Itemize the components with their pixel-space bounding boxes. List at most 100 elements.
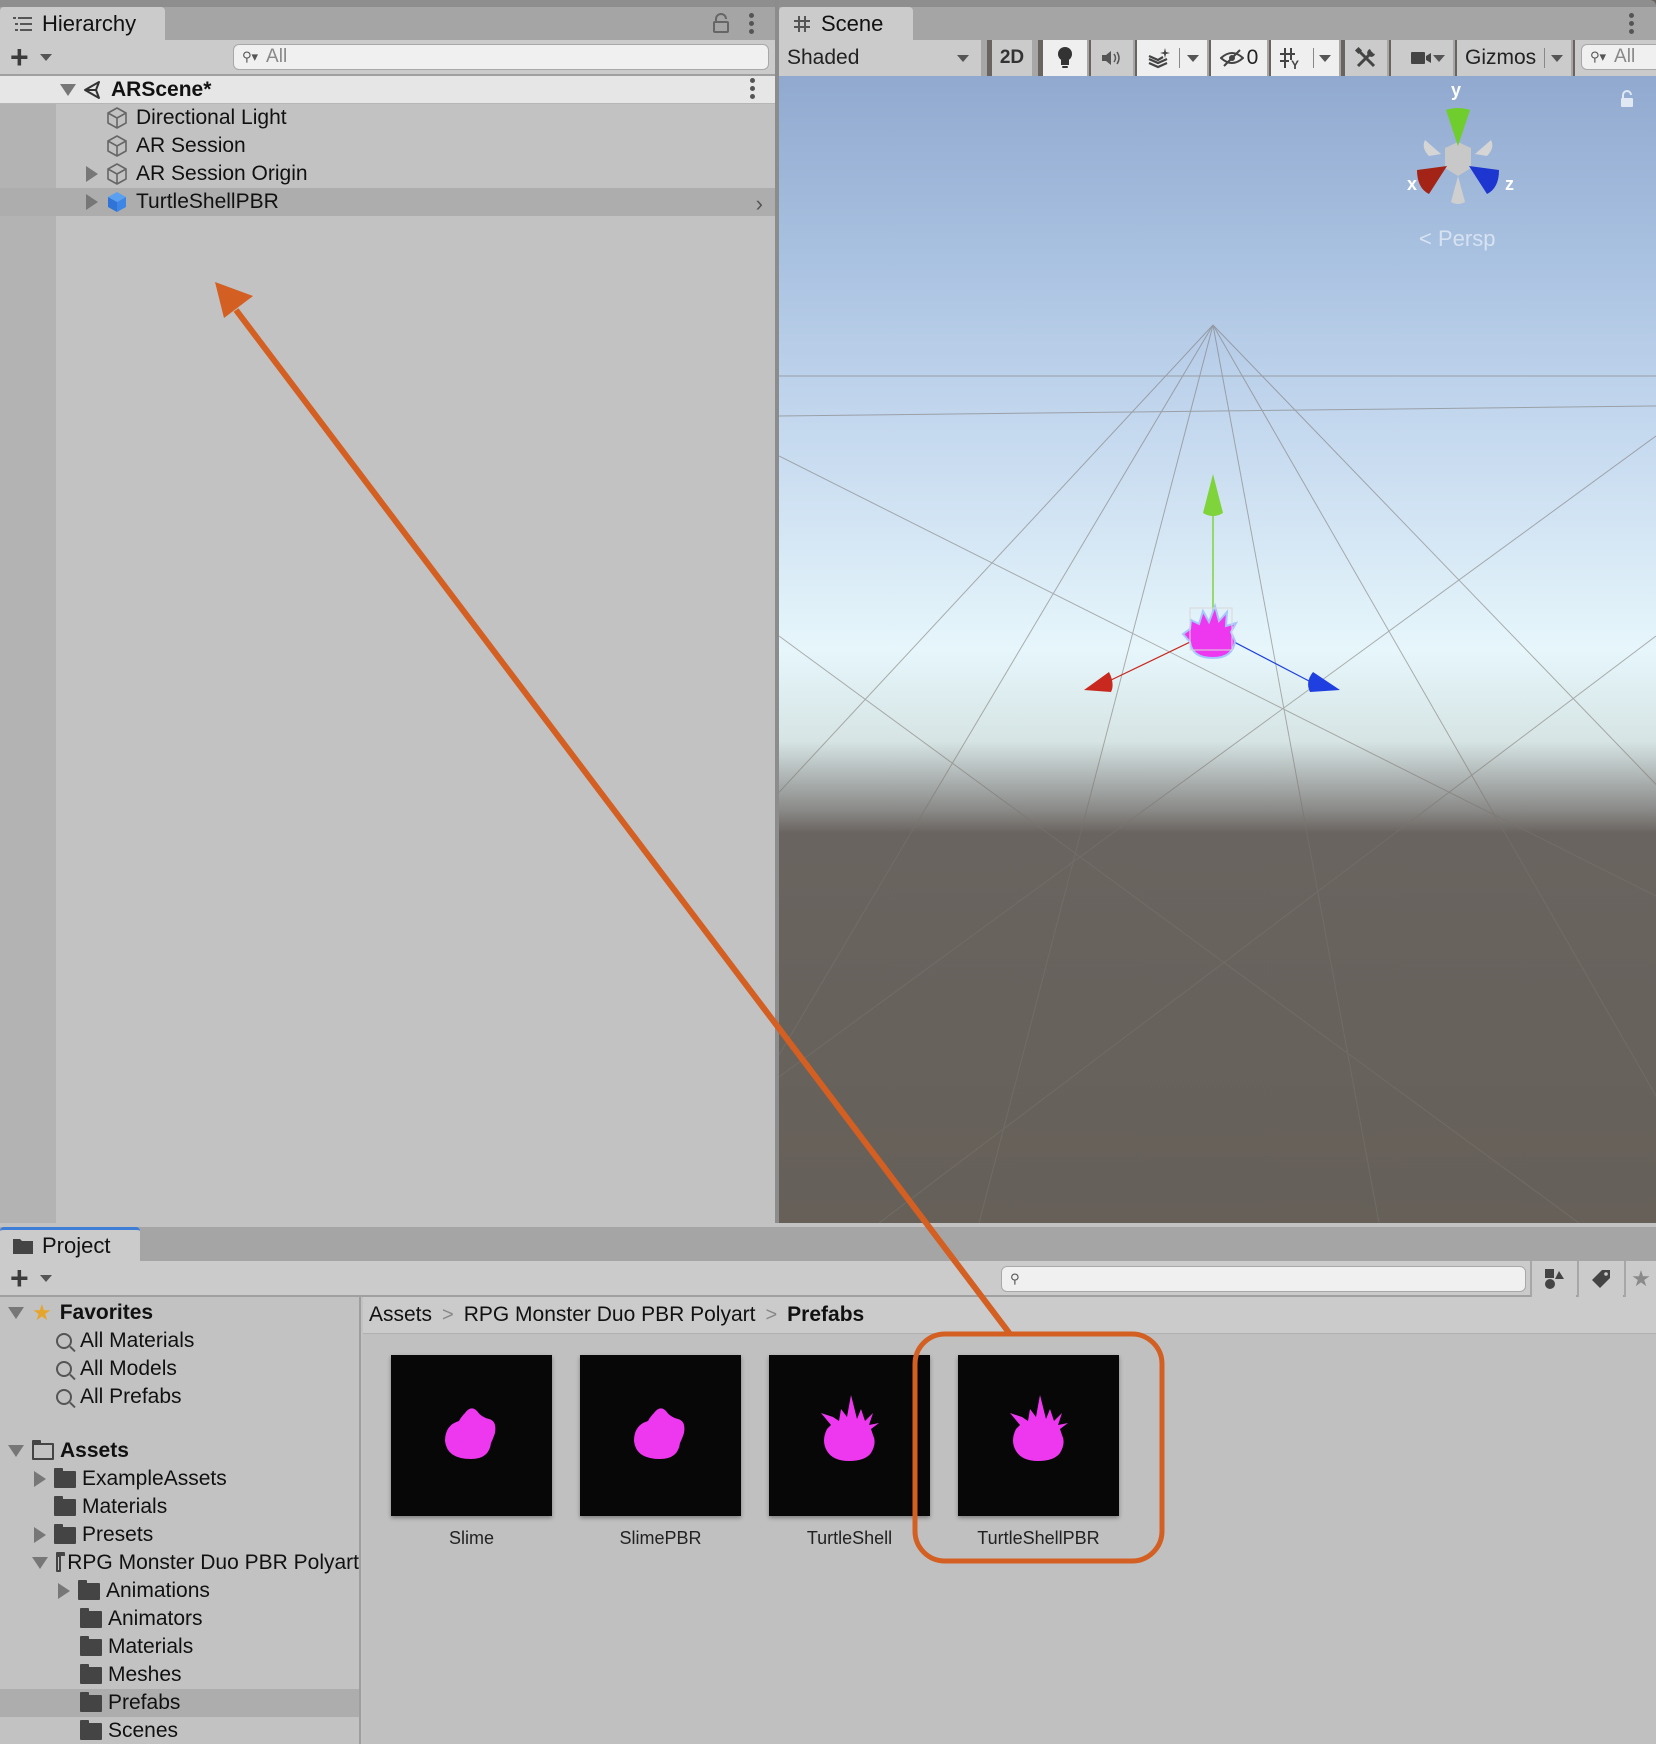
expand-arrow-icon[interactable] [60, 83, 76, 96]
asset-thumbnail [958, 1355, 1119, 1516]
tag-icon [1592, 1270, 1610, 1288]
tab-project[interactable]: Project [0, 1227, 140, 1261]
expand-arrow-icon[interactable] [34, 1471, 46, 1487]
camera-settings-dropdown[interactable] [1391, 40, 1455, 76]
grid-snap-toggle[interactable]: Y [1271, 40, 1341, 76]
x-axis-handle[interactable] [1084, 672, 1113, 692]
expand-arrow-icon[interactable] [8, 1445, 24, 1457]
breadcrumb-current[interactable]: Prefabs [787, 1303, 864, 1327]
selected-object-turtleshell[interactable] [1181, 602, 1239, 660]
tab-label: Scene [821, 10, 884, 36]
create-dropdown-icon[interactable] [40, 1275, 52, 1282]
expand-arrow-icon[interactable] [32, 1557, 48, 1569]
camera-icon [1411, 52, 1431, 64]
effects-toggle[interactable] [1137, 40, 1209, 76]
tab-scene[interactable]: Scene [779, 7, 913, 40]
audio-toggle[interactable] [1091, 40, 1135, 76]
projection-label: Persp [1437, 226, 1496, 251]
tab-label: Hierarchy [42, 10, 137, 36]
gizmos-dropdown[interactable]: Gizmos [1457, 40, 1573, 76]
folder-row-selected[interactable]: Prefabs [0, 1689, 359, 1717]
favorite-item[interactable]: All Materials [0, 1327, 359, 1355]
hierarchy-item-selected[interactable]: TurtleShellPBR › [0, 188, 775, 216]
chevron-down-icon[interactable] [1319, 55, 1331, 62]
asset-tile[interactable]: SlimePBR [580, 1355, 741, 1549]
chevron-right-icon: > [765, 1303, 778, 1326]
hierarchy-item-label: AR Session [136, 134, 246, 157]
expand-arrow-icon[interactable] [8, 1307, 24, 1319]
tools-toggle[interactable] [1345, 40, 1389, 76]
scene-root-row[interactable]: ARScene* [0, 76, 775, 104]
projection-toggle[interactable]: < Persp [1419, 226, 1495, 252]
toggle-2d-label: 2D [999, 47, 1025, 68]
hidden-objects-toggle[interactable]: 0 [1211, 40, 1269, 76]
folder-row[interactable]: Materials [0, 1493, 359, 1521]
scene-search-input[interactable]: ⚲▾ All [1581, 44, 1656, 70]
x-axis-cone[interactable] [1417, 166, 1447, 194]
expand-arrow-icon[interactable] [34, 1527, 46, 1543]
hierarchy-search-input[interactable]: ⚲▾ All [233, 44, 769, 70]
grid-icon [791, 13, 813, 35]
hierarchy-item[interactable]: Directional Light [0, 104, 775, 132]
folder-row[interactable]: RPG Monster Duo PBR Polyart [0, 1549, 359, 1577]
gameobject-icon [107, 163, 127, 185]
scene-viewport[interactable]: y x z < Persp [779, 76, 1656, 1223]
folder-open-icon [56, 1551, 66, 1572]
folder-row[interactable]: Animators [0, 1605, 359, 1633]
folder-row[interactable]: Scenes [0, 1717, 359, 1744]
folder-row[interactable]: Meshes [0, 1661, 359, 1689]
prefab-icon [108, 192, 126, 212]
project-search-input[interactable]: ⚲ [1001, 1266, 1526, 1292]
lock-icon[interactable] [1619, 90, 1635, 113]
folder-row[interactable]: Presets [0, 1521, 359, 1549]
assets-root-row[interactable]: Assets [0, 1437, 359, 1465]
toggle-2d-button[interactable]: 2D [992, 40, 1038, 76]
folder-label: Materials [82, 1495, 168, 1518]
shapes-icon [1545, 1269, 1564, 1289]
folder-row[interactable]: Animations [0, 1577, 359, 1605]
z-axis-cone[interactable] [1469, 166, 1499, 194]
list-icon [12, 13, 34, 35]
panel-menu-icon[interactable] [1628, 13, 1634, 34]
asset-tile[interactable]: Slime [391, 1355, 552, 1549]
lock-icon[interactable] [712, 13, 730, 38]
z-axis-handle[interactable] [1308, 672, 1340, 692]
asset-tile[interactable]: TurtleShell [769, 1355, 930, 1549]
lighting-toggle[interactable] [1043, 40, 1089, 76]
add-icon[interactable]: + [10, 41, 29, 73]
orientation-gizmo[interactable]: y x z < Persp [1389, 76, 1529, 256]
favorite-item[interactable]: All Prefabs [0, 1383, 359, 1411]
breadcrumb-item[interactable]: Assets [369, 1303, 432, 1327]
panel-menu-icon[interactable] [748, 13, 754, 34]
folder-row[interactable]: ExampleAssets [0, 1465, 359, 1493]
chevron-down-icon[interactable] [1187, 55, 1199, 62]
asset-tile-highlighted[interactable]: TurtleShellPBR [958, 1355, 1119, 1549]
add-dropdown-icon[interactable] [40, 54, 52, 61]
y-axis-label: y [1451, 80, 1461, 100]
filter-by-type-button[interactable] [1530, 1261, 1576, 1297]
favorites-row[interactable]: ★ Favorites [0, 1299, 359, 1327]
slime-preview-icon [445, 1408, 496, 1459]
expand-arrow-icon[interactable] [86, 194, 98, 210]
folder-row[interactable]: Materials [0, 1633, 359, 1661]
open-prefab-chevron-icon[interactable]: › [756, 191, 763, 217]
save-search-button[interactable]: ★ [1624, 1261, 1656, 1297]
shading-mode-dropdown[interactable]: Shaded [779, 40, 987, 76]
y-axis-handle[interactable] [1203, 474, 1223, 516]
hierarchy-item[interactable]: AR Session [0, 132, 775, 160]
y-axis-cone[interactable] [1446, 108, 1470, 146]
expand-arrow-icon[interactable] [86, 166, 98, 182]
favorite-item[interactable]: All Models [0, 1355, 359, 1383]
hierarchy-item[interactable]: AR Session Origin [0, 160, 775, 188]
folder-icon [54, 1467, 76, 1488]
scene-menu-icon[interactable] [749, 78, 755, 99]
effects-layers-icon [1148, 48, 1170, 69]
folder-label: ExampleAssets [82, 1467, 227, 1490]
create-icon[interactable]: + [10, 1262, 29, 1294]
breadcrumb-item[interactable]: RPG Monster Duo PBR Polyart [464, 1303, 756, 1327]
tab-hierarchy[interactable]: Hierarchy [0, 7, 165, 40]
expand-arrow-icon[interactable] [58, 1583, 70, 1599]
chevron-down-icon[interactable] [1551, 55, 1563, 62]
filter-by-label-button[interactable] [1577, 1261, 1623, 1297]
folder-label: Presets [82, 1523, 154, 1546]
